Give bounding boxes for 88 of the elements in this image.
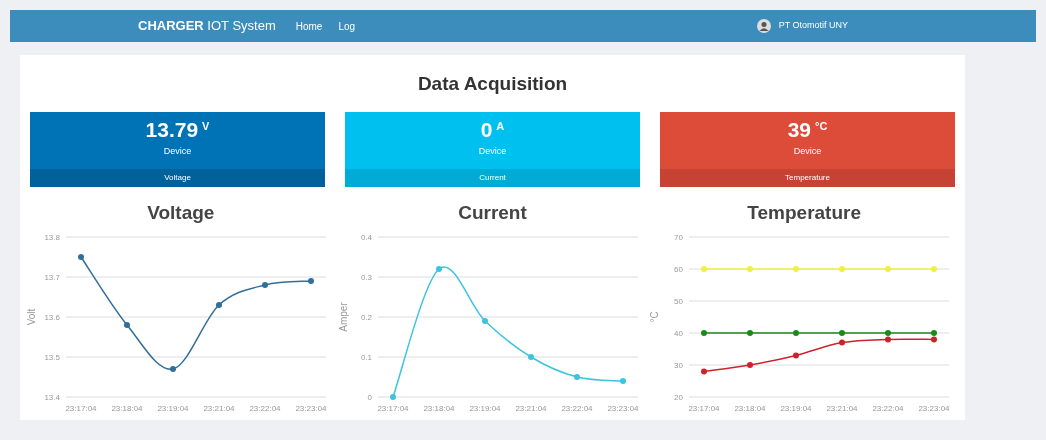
x-tick-label: 23:18:04	[111, 403, 143, 413]
nav-link[interactable]: Home	[295, 18, 323, 34]
y-tick-label: 20	[674, 392, 684, 402]
point	[619, 377, 626, 384]
point	[389, 393, 396, 400]
chart-title: Current	[458, 200, 527, 225]
card-footer: Current	[345, 168, 640, 187]
x-tick-label: 23:21:04	[203, 403, 235, 413]
stat-label: Device	[163, 144, 192, 158]
user-name[interactable]: PT Otomotif UNY	[778, 19, 848, 33]
point	[747, 265, 754, 272]
stat-value: 13.79	[145, 117, 199, 142]
point	[701, 367, 708, 374]
point	[123, 321, 130, 328]
y-tick-label: 40	[674, 328, 684, 338]
point	[793, 351, 800, 358]
user-avatar-icon	[756, 19, 771, 33]
card-footer: Voltage	[30, 168, 325, 187]
y-tick-label: 0.4	[360, 232, 372, 242]
point	[839, 339, 846, 346]
point	[793, 265, 800, 272]
point	[701, 329, 708, 336]
stat-unit: A	[496, 118, 505, 134]
point	[839, 265, 846, 272]
y-axis-label: Volt	[25, 308, 37, 325]
x-tick-label: 23:21:04	[826, 403, 858, 413]
x-tick-label: 23:23:04	[295, 403, 327, 413]
brand-title[interactable]: CHARGER IOT System	[138, 16, 276, 36]
y-tick-label: 13.6	[44, 312, 60, 322]
point	[931, 265, 938, 272]
point	[307, 277, 314, 284]
y-tick-label: 50	[674, 296, 684, 306]
card-footer: Temperature	[660, 168, 955, 187]
x-tick-label: 23:17:04	[688, 403, 720, 413]
point	[77, 253, 84, 260]
x-tick-label: 23:22:04	[249, 403, 281, 413]
y-tick-label: 0.2	[360, 312, 372, 322]
y-axis-label: °C	[649, 310, 661, 323]
point	[885, 265, 892, 272]
point	[573, 373, 580, 380]
point	[931, 335, 938, 342]
y-tick-label: 13.4	[44, 392, 60, 402]
point	[527, 353, 534, 360]
point	[169, 365, 176, 372]
y-tick-label: 60	[674, 264, 684, 274]
y-axis-label: Amper	[337, 301, 349, 332]
y-tick-label: 0	[367, 392, 372, 402]
x-tick-label: 23:21:04	[514, 403, 547, 413]
point	[435, 265, 442, 272]
chart-title: Temperature	[747, 200, 861, 225]
stat-unit: V	[202, 118, 210, 134]
stat-value: 0	[480, 117, 493, 142]
stat-unit: °C	[815, 118, 828, 134]
stat-value: 39	[787, 117, 811, 142]
point	[885, 335, 892, 342]
stat-label: Device	[793, 144, 822, 158]
x-tick-label: 23:18:04	[422, 403, 455, 413]
x-tick-label: 23:19:04	[157, 403, 189, 413]
chart-title: Voltage	[147, 200, 215, 225]
stat-label: Device	[478, 144, 507, 158]
point	[481, 317, 488, 324]
x-tick-label: 23:17:04	[65, 403, 97, 413]
x-tick-label: 23:22:04	[872, 403, 904, 413]
x-tick-label: 23:23:04	[918, 403, 950, 413]
y-tick-label: 13.5	[44, 352, 60, 362]
y-tick-label: 30	[674, 360, 684, 370]
x-tick-label: 23:19:04	[468, 403, 501, 413]
x-tick-label: 23:17:04	[376, 403, 409, 413]
point	[747, 329, 754, 336]
x-tick-label: 23:18:04	[734, 403, 766, 413]
point	[261, 281, 268, 288]
x-tick-label: 23:22:04	[560, 403, 593, 413]
y-tick-label: 0.3	[360, 272, 372, 282]
y-tick-label: 0.1	[360, 352, 372, 362]
y-tick-label: 70	[674, 232, 684, 242]
nav-link[interactable]: Log	[338, 18, 356, 34]
y-tick-label: 13.7	[44, 272, 60, 282]
point	[839, 329, 846, 336]
point	[747, 361, 754, 368]
page-title: Data Acquisition	[417, 72, 568, 96]
point	[215, 301, 222, 308]
point	[793, 329, 800, 336]
point	[701, 265, 708, 272]
point	[931, 329, 938, 336]
x-tick-label: 23:23:04	[606, 403, 639, 413]
x-tick-label: 23:19:04	[780, 403, 812, 413]
point	[885, 329, 892, 336]
y-tick-label: 13.8	[44, 232, 60, 242]
